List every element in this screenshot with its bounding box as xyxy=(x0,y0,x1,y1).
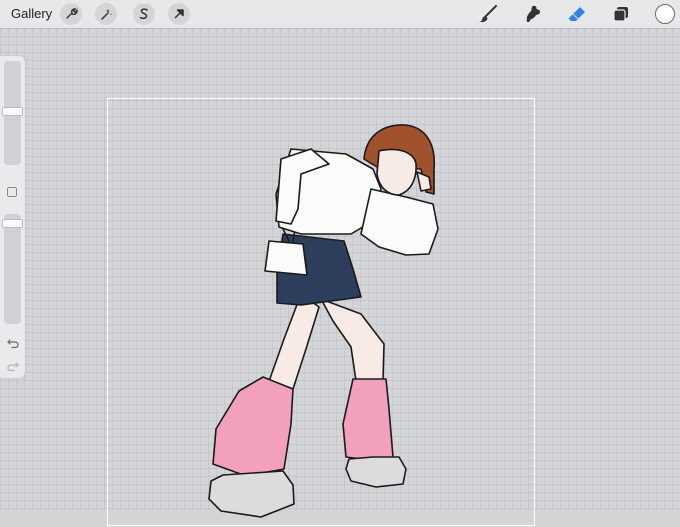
brush-size-thumb[interactable] xyxy=(2,106,23,116)
brush-button[interactable] xyxy=(476,3,500,25)
opacity-slider[interactable] xyxy=(4,214,21,324)
document-canvas[interactable] xyxy=(107,98,535,526)
opacity-thumb[interactable] xyxy=(2,219,23,229)
smudge-icon xyxy=(523,4,543,24)
layers-button[interactable] xyxy=(609,3,633,25)
undo-icon xyxy=(7,337,19,349)
selection-button[interactable] xyxy=(133,3,155,25)
redo-button[interactable] xyxy=(6,359,20,373)
layers-icon xyxy=(612,5,630,23)
transform-button[interactable] xyxy=(168,3,190,25)
gallery-button[interactable]: Gallery xyxy=(11,6,52,21)
undo-button[interactable] xyxy=(6,336,20,350)
magic-wand-icon xyxy=(99,7,113,21)
canvas-area[interactable] xyxy=(0,28,680,526)
adjustments-button[interactable] xyxy=(95,3,117,25)
arrow-cursor-icon xyxy=(172,7,186,21)
actions-button[interactable] xyxy=(60,3,82,25)
left-sidebar xyxy=(0,56,25,378)
selection-s-icon xyxy=(137,7,151,21)
top-toolbar: Gallery xyxy=(0,0,680,28)
artwork xyxy=(208,124,439,518)
eraser-button[interactable] xyxy=(565,3,589,25)
color-picker-button[interactable] xyxy=(655,4,675,24)
eraser-icon xyxy=(567,5,587,23)
wrench-icon xyxy=(64,7,78,21)
smudge-button[interactable] xyxy=(521,3,545,25)
modify-button[interactable] xyxy=(7,187,17,197)
redo-icon xyxy=(7,360,19,372)
brush-icon xyxy=(478,5,498,23)
